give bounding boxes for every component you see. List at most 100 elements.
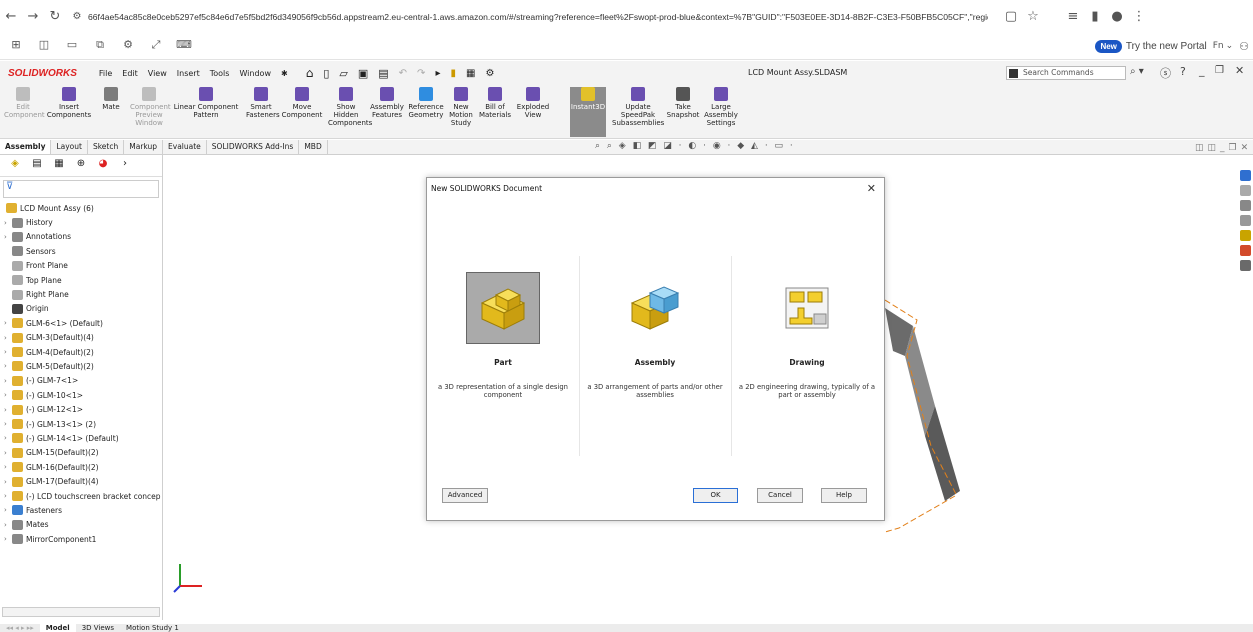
ribbon-button-move-component[interactable]: Move Component <box>280 87 324 137</box>
rebuild-icon[interactable]: ▮ <box>450 68 456 79</box>
tab-3d-views[interactable]: 3D Views <box>76 624 120 632</box>
menu-window[interactable]: Window <box>239 69 271 78</box>
help-icon[interactable]: ⓢ <box>1160 65 1171 81</box>
keyboard-icon[interactable]: ⌨ <box>172 38 196 54</box>
home-pane-icon[interactable] <box>1240 185 1251 196</box>
undo-icon[interactable]: ↶ <box>399 68 407 79</box>
tab-mbd[interactable]: MBD <box>299 140 328 154</box>
tree-item[interactable]: › GLM-15(Default)(2) <box>0 446 162 460</box>
tree-item[interactable]: Right Plane <box>0 287 162 301</box>
file-explorer-icon[interactable] <box>1240 215 1251 226</box>
feature-tree-icon[interactable]: ◈ <box>4 158 26 174</box>
expand-panel-icon[interactable]: › <box>114 158 136 174</box>
home-icon[interactable]: ⌂ <box>306 66 314 80</box>
copy-icon[interactable]: ⧉ <box>88 38 112 54</box>
tree-item[interactable]: › GLM-3(Default)(4) <box>0 331 162 345</box>
expand-arrow-icon[interactable]: › <box>4 449 12 457</box>
site-info-icon[interactable]: ⚙ <box>66 11 88 22</box>
help-button[interactable]: Help <box>821 488 867 503</box>
expand-arrow-icon[interactable]: › <box>4 319 12 327</box>
expand-arrow-icon[interactable]: › <box>4 521 12 529</box>
file-properties-icon[interactable]: ▦ <box>466 68 475 79</box>
select-icon[interactable]: ▸ <box>435 68 440 79</box>
expand-arrow-icon[interactable]: › <box>4 362 12 370</box>
menu-file[interactable]: File <box>99 69 112 78</box>
tree-item[interactable]: › GLM-5(Default)(2) <box>0 359 162 373</box>
tab-motion-study[interactable]: Motion Study 1 <box>120 624 185 632</box>
expand-arrow-icon[interactable]: › <box>4 377 12 385</box>
view-palette-icon[interactable] <box>1240 230 1251 241</box>
tree-item[interactable]: Origin <box>0 302 162 316</box>
menu-insert[interactable]: Insert <box>177 69 200 78</box>
horizontal-scrollbar[interactable] <box>2 607 160 617</box>
expand-arrow-icon[interactable]: › <box>4 434 12 442</box>
advanced-button[interactable]: Advanced <box>442 488 488 503</box>
ribbon-button-component-preview-window[interactable]: Component Preview Window <box>130 87 171 137</box>
expand-arrow-icon[interactable]: › <box>4 348 12 356</box>
expand-arrow-icon[interactable]: › <box>4 492 12 500</box>
tree-item[interactable]: › (-) GLM-7<1> <box>0 374 162 388</box>
tree-item[interactable]: › (-) GLM-14<1> (Default) <box>0 431 162 445</box>
tree-item[interactable]: › (-) GLM-10<1> <box>0 388 162 402</box>
tree-item[interactable]: Sensors <box>0 244 162 258</box>
tree-item[interactable]: Front Plane <box>0 259 162 273</box>
appearances-icon[interactable] <box>1240 245 1251 256</box>
expand-arrow-icon[interactable]: › <box>4 535 12 543</box>
tab-layout[interactable]: Layout <box>51 140 88 154</box>
tree-item[interactable]: Top Plane <box>0 273 162 287</box>
windows-icon[interactable]: ◫ <box>32 38 56 54</box>
extensions-icon[interactable]: ≡ <box>1062 9 1084 24</box>
ribbon-button-update-speedpak-subassemblies[interactable]: Update SpeedPak Subassemblies <box>612 87 664 137</box>
configuration-manager-icon[interactable]: ▦ <box>48 158 70 174</box>
part-tile[interactable] <box>466 272 540 344</box>
nav-arrows[interactable]: ◂◂ ◂ ▸ ▸▸ <box>0 624 40 632</box>
reload-icon[interactable]: ↻ <box>44 9 66 24</box>
tree-item[interactable]: › Mates <box>0 518 162 532</box>
tree-item[interactable]: › MirrorComponent1 <box>0 532 162 546</box>
ribbon-button-billof-materials[interactable]: Bill of Materials <box>478 87 512 137</box>
ribbon-button-show-hidden-components[interactable]: Show Hidden Components <box>328 87 372 137</box>
browser-menu-icon[interactable]: ⋮ <box>1128 9 1150 24</box>
option-part[interactable]: Part a 3D representation of a single des… <box>429 256 577 416</box>
tab-model[interactable]: Model <box>39 624 76 632</box>
new-badge[interactable]: New <box>1095 39 1122 53</box>
tab-assembly[interactable]: Assembly <box>0 140 52 154</box>
cancel-button[interactable]: Cancel <box>757 488 803 503</box>
question-icon[interactable]: ? <box>1180 65 1186 78</box>
sidepanel-icon[interactable]: ▮ <box>1084 9 1106 24</box>
expand-arrow-icon[interactable]: › <box>4 219 12 227</box>
redo-icon[interactable]: ↷ <box>417 68 425 79</box>
close-app-icon[interactable]: ✕ <box>1235 64 1244 77</box>
heads-up-view-toolbar[interactable]: ⌕ ⌕ ◈ ◧ ◩ ◪ · ◐ · ◉ · ◆ ◭ · ▭ · <box>595 141 815 155</box>
new-doc-icon[interactable]: ▯ <box>323 67 329 80</box>
save-icon[interactable]: ▣ <box>358 67 368 80</box>
search-commands-input[interactable]: Search Commands <box>1006 66 1126 80</box>
assembly-tile[interactable] <box>618 272 692 344</box>
back-icon[interactable]: ← <box>0 9 22 24</box>
ribbon-button-assembly-features[interactable]: Assembly Features <box>368 87 406 137</box>
tab-sketch[interactable]: Sketch <box>88 140 125 154</box>
option-assembly[interactable]: Assembly a 3D arrangement of parts and/o… <box>581 256 729 416</box>
tab-markup[interactable]: Markup <box>124 140 164 154</box>
menu-view[interactable]: View <box>148 69 167 78</box>
tree-item[interactable]: › (-) GLM-13<1> (2) <box>0 417 162 431</box>
tree-item[interactable]: › Annotations <box>0 230 162 244</box>
drawing-tile[interactable] <box>770 272 844 344</box>
close-icon[interactable]: ✕ <box>867 182 876 195</box>
settings-icon[interactable]: ⚙ <box>116 38 140 54</box>
expand-arrow-icon[interactable]: › <box>4 334 12 342</box>
tree-item[interactable]: › History <box>0 215 162 229</box>
grid-icon[interactable]: ⊞ <box>4 38 28 54</box>
expand-arrow-icon[interactable]: › <box>4 406 12 414</box>
expand-arrow-icon[interactable]: › <box>4 391 12 399</box>
address-bar[interactable]: 66f4ae54ac85c8e0ceb5297ef5c84e6d7e5f5bd2… <box>88 12 988 22</box>
language-selector[interactable]: Fn <box>1213 41 1224 51</box>
expand-arrow-icon[interactable]: › <box>4 506 12 514</box>
tree-item[interactable]: › GLM-16(Default)(2) <box>0 460 162 474</box>
ribbon-button-linearcomponent-pattern[interactable]: Linear Component Pattern <box>170 87 242 137</box>
expand-arrow-icon[interactable]: › <box>4 420 12 428</box>
open-icon[interactable]: ▱ <box>339 67 347 80</box>
ribbon-button-mate[interactable]: Mate <box>96 87 126 137</box>
ribbon-button-edit-component[interactable]: Edit Component <box>4 87 45 137</box>
cast-icon[interactable]: ▢ <box>1000 9 1022 24</box>
